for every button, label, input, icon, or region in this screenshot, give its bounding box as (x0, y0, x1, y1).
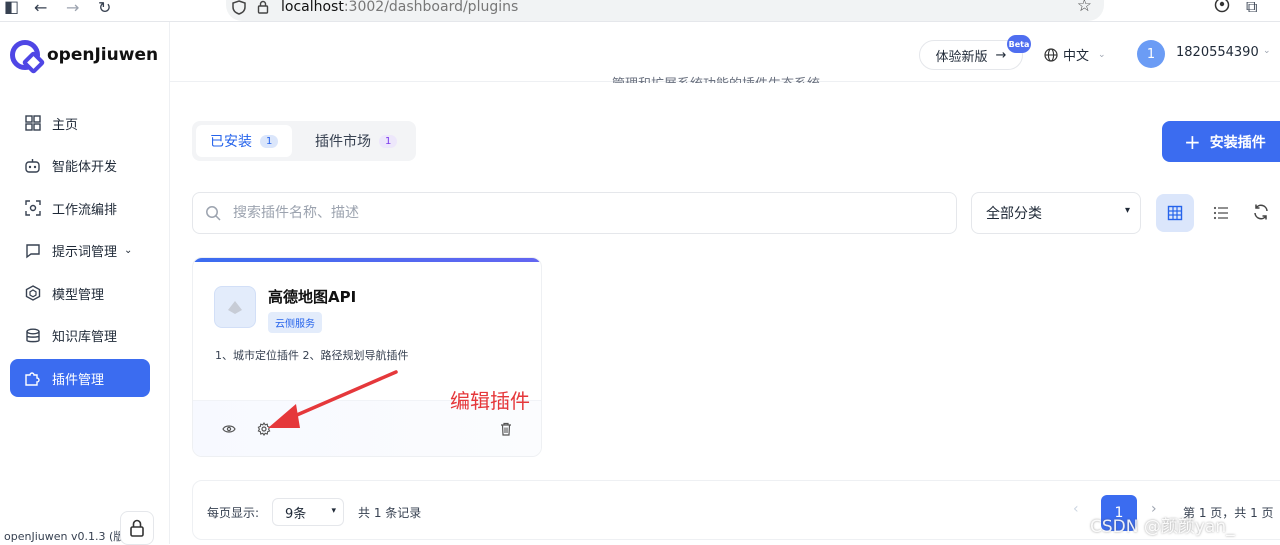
beta-badge: Beta (1007, 35, 1031, 53)
plugin-logo-icon (228, 301, 242, 314)
list-view-button[interactable] (1202, 194, 1240, 232)
card-accent-bar (193, 258, 541, 262)
sidebar-item-label: 模型管理 (52, 287, 105, 303)
sidebar-item-label: 工作流编排 (52, 202, 118, 218)
per-page-select[interactable]: 9条 ▾ (272, 498, 344, 526)
install-plugin-label: 安装插件 (1209, 134, 1266, 151)
category-select-value: 全部分类 (986, 206, 1042, 222)
star-icon[interactable]: ☆ (1077, 0, 1092, 16)
browser-toolbar: ◧ ← → ↻ localhost:3002/dashboard/plugins… (0, 0, 1280, 22)
workflow-icon (24, 200, 41, 217)
chevron-down-icon: ▾ (331, 506, 336, 516)
sidebar-nav: 主页 智能体开发 工作流编排 提示词管理 ⌄ 模型管理 知识库管理 插件管理 (10, 104, 150, 402)
gear-icon (257, 422, 271, 436)
sidebar-item-workflow[interactable]: 工作流编排 (10, 189, 150, 227)
refresh-icon (1254, 204, 1268, 220)
sidebar-item-model[interactable]: 模型管理 (10, 274, 150, 312)
install-plugin-button[interactable]: + 安装插件 (1162, 121, 1280, 162)
edit-settings-button[interactable] (256, 421, 272, 437)
sidebar-item-label: 插件管理 (52, 372, 105, 388)
puzzle-icon (24, 370, 41, 387)
back-icon[interactable]: ← (34, 0, 47, 17)
search-input[interactable] (233, 205, 833, 221)
plugin-title: 高德地图API (268, 288, 357, 306)
trash-icon (501, 422, 511, 436)
sidebar: openJiuwen 主页 智能体开发 工作流编排 提示词管理 ⌄ 模型管理 知… (0, 22, 170, 545)
tab-count-badge: 1 (379, 134, 398, 148)
plugin-tabs: 已安装 1 插件市场 1 (192, 121, 416, 161)
globe-icon (1044, 47, 1058, 62)
arrow-right-icon: → (995, 47, 1007, 63)
try-new-label: 体验新版 (935, 49, 988, 65)
eye-icon (222, 425, 236, 433)
tab-installed[interactable]: 已安装 1 (196, 125, 293, 157)
logo[interactable]: openJiuwen (10, 40, 158, 70)
refresh-button[interactable] (1252, 203, 1270, 225)
per-page-value: 9条 (285, 506, 307, 522)
sidebar-item-plugins[interactable]: 插件管理 (10, 359, 150, 397)
forward-icon[interactable]: → (66, 0, 79, 17)
logo-text: openJiuwen (47, 45, 159, 65)
avatar[interactable]: 1 (1137, 40, 1165, 68)
plus-icon: + (1184, 129, 1201, 154)
tab-count-badge: 1 (260, 134, 279, 148)
lock-icon (130, 519, 144, 537)
version-text: openJiuwen v0.1.3 (版本 (4, 530, 136, 543)
page-info-icon[interactable] (257, 0, 269, 14)
sidebar-item-home[interactable]: 主页 (10, 104, 150, 142)
reload-icon[interactable]: ↻ (98, 0, 111, 17)
prev-page-icon[interactable]: ‹ (1073, 501, 1079, 517)
model-cube-icon (24, 285, 41, 302)
chevron-down-icon[interactable]: ⌄ (124, 245, 132, 256)
sidebar-item-label: 知识库管理 (52, 330, 118, 345)
account-icon[interactable] (1214, 0, 1230, 14)
chevron-down-icon: ▾ (1124, 205, 1130, 216)
shield-icon (232, 0, 246, 15)
page-subtitle: 管理和扩展系统功能的插件生态系统 (612, 73, 820, 83)
username[interactable]: 1820554390 (1176, 45, 1259, 60)
robot-icon (24, 157, 41, 174)
list-icon (1213, 206, 1228, 220)
grid-view-button[interactable] (1156, 194, 1194, 232)
tab-market[interactable]: 插件市场 1 (301, 125, 411, 157)
sidebar-item-label: 提示词管理 (52, 245, 118, 260)
extensions-icon[interactable]: ⧉ (1246, 0, 1257, 17)
chat-icon (24, 242, 41, 259)
plugin-description: 1、城市定位插件 2、路径规划导航插件 (215, 349, 409, 362)
tab-icon[interactable]: ◧ (4, 0, 19, 16)
category-select[interactable]: 全部分类 ▾ (971, 192, 1141, 234)
url-text: localhost:3002/dashboard/plugins (281, 0, 519, 15)
per-page-label: 每页显示: (207, 506, 260, 520)
language-label: 中文 (1063, 49, 1090, 64)
search-box (192, 192, 957, 234)
total-records: 共 1 条记录 (358, 506, 422, 520)
logo-icon (10, 40, 40, 70)
sidebar-item-agent-dev[interactable]: 智能体开发 (10, 147, 150, 185)
chevron-down-icon[interactable]: ⌄ (1263, 46, 1271, 56)
annotation-label: 编辑插件 (450, 389, 530, 413)
tab-label: 插件市场 (315, 134, 371, 150)
chevron-down-icon: ⌄ (1098, 49, 1106, 60)
view-button[interactable] (221, 421, 237, 437)
tab-label: 已安装 (210, 134, 252, 150)
delete-button[interactable] (498, 421, 514, 437)
sidebar-item-knowledge[interactable]: 知识库管理 (10, 317, 150, 355)
plugin-icon (214, 286, 256, 328)
plugin-tag: 云侧服务 (268, 312, 322, 333)
plugin-card[interactable]: 高德地图API 云侧服务 1、城市定位插件 2、路径规划导航插件 (192, 257, 542, 457)
lock-button[interactable] (120, 511, 154, 545)
search-icon (206, 206, 221, 221)
sidebar-item-label: 主页 (52, 117, 79, 133)
sidebar-item-prompt[interactable]: 提示词管理 ⌄ (10, 232, 150, 270)
watermark: CSDN @颜颜yan_ (1090, 517, 1235, 537)
sidebar-item-label: 智能体开发 (52, 160, 118, 175)
database-icon (24, 327, 41, 344)
address-bar[interactable]: localhost:3002/dashboard/plugins ☆ (226, 0, 1104, 21)
language-switcher[interactable]: 中文 ⌄ (1044, 45, 1106, 64)
grid-icon (1167, 205, 1183, 221)
home-grid-icon (24, 115, 41, 132)
